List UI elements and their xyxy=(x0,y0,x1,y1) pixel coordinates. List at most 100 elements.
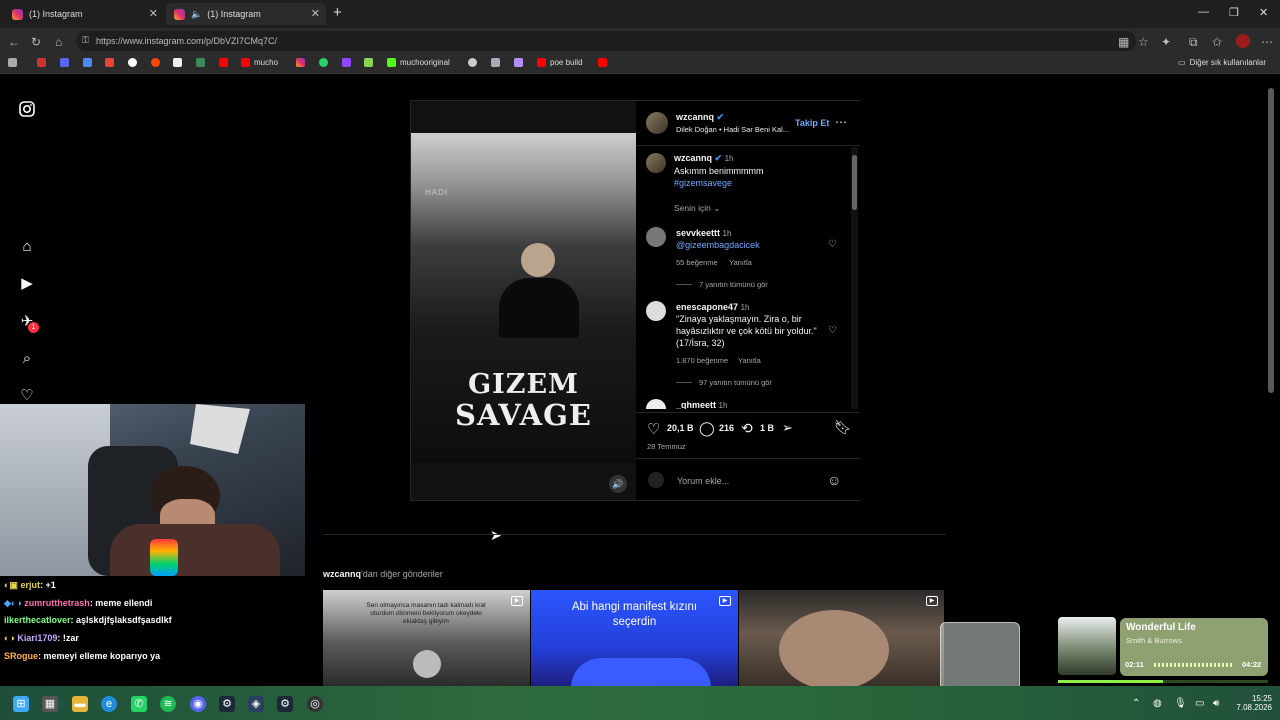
favorite-star-icon[interactable]: ☆ xyxy=(1138,35,1149,49)
comment-likes[interactable]: 55 beğenme xyxy=(676,258,718,267)
reader-icon[interactable]: ▦ xyxy=(1118,35,1129,49)
bookmark-mucho[interactable]: mucho xyxy=(241,58,278,67)
page-scrollbar[interactable] xyxy=(1268,88,1274,393)
youtube-icon[interactable] xyxy=(219,58,232,67)
comment-likes[interactable]: 1.870 beğenme xyxy=(676,356,728,365)
other-bookmarks[interactable]: ▭ Diğer sık kullanılanlar xyxy=(1178,58,1266,67)
post-thumbnail[interactable]: ▶ xyxy=(739,590,944,686)
whatsapp-icon[interactable]: ✆ xyxy=(131,696,147,712)
like-count[interactable]: 20,1 B xyxy=(667,423,694,433)
more-menu-icon[interactable]: ⋯ xyxy=(1261,35,1273,49)
volume-icon[interactable]: 🔊︎ xyxy=(1213,698,1219,709)
comment-icon[interactable]: ◯ xyxy=(699,420,715,437)
more-posts-username[interactable]: wzcannq xyxy=(323,569,361,579)
search-icon[interactable]: ⌕ xyxy=(18,350,36,368)
window-close-icon[interactable]: ✕ xyxy=(1259,6,1268,19)
comment-username[interactable]: enescapone47 1h xyxy=(676,302,749,312)
close-icon[interactable]: ✕ xyxy=(149,7,158,20)
bookmark-icon[interactable] xyxy=(468,58,481,67)
comment-avatar[interactable] xyxy=(646,301,666,321)
app-icon[interactable]: ◈ xyxy=(248,696,264,712)
scrollbar-thumb[interactable] xyxy=(852,155,857,210)
back-icon[interactable]: ← xyxy=(8,35,20,49)
close-icon[interactable]: ✕ xyxy=(311,7,320,20)
repost-icon[interactable]: ⟲ xyxy=(741,420,753,437)
bookmark-icon[interactable] xyxy=(60,58,73,67)
post-video[interactable]: HADI GIZEM SAVAGE 🔊 xyxy=(411,101,636,500)
comment-text[interactable]: @gizeembagdacicek xyxy=(676,239,760,251)
restore-icon[interactable]: ❐ xyxy=(1229,6,1239,19)
obs-icon[interactable]: ◎ xyxy=(307,696,323,712)
caption-username[interactable]: wzcannq ✔ 1h xyxy=(674,153,734,164)
x-icon[interactable] xyxy=(173,58,186,67)
twitch-icon[interactable] xyxy=(342,58,355,67)
post-thumbnail[interactable]: Sen olmayınca masanın tadı kalmadı kral … xyxy=(323,590,530,686)
caption-hashtag[interactable]: #gizemsavege xyxy=(674,177,732,189)
reply-button[interactable]: Yanıtla xyxy=(738,356,761,365)
extensions-icon[interactable]: ✦ xyxy=(1161,35,1171,49)
whatsapp-icon[interactable] xyxy=(319,58,332,67)
track-progress-bar[interactable] xyxy=(1058,680,1268,683)
split-screen-icon[interactable]: ⧉ xyxy=(1189,35,1198,50)
emoji-icon[interactable]: ☺ xyxy=(827,472,841,488)
instagram-logo-icon[interactable] xyxy=(18,101,36,119)
network-icon[interactable]: ▭ xyxy=(1195,698,1204,709)
reply-button[interactable]: Yanıtla xyxy=(729,258,752,267)
view-replies-button[interactable]: 97 yanıtın tümünü gör xyxy=(699,378,772,387)
bookmark-icon[interactable] xyxy=(196,58,209,67)
refresh-icon[interactable]: ↻ xyxy=(31,35,41,49)
tab-instagram-2[interactable]: 🔈 (1) Instagram ✕ xyxy=(166,3,326,25)
bookmark-icon[interactable] xyxy=(37,58,50,67)
notifications-heart-icon[interactable]: ♡ xyxy=(18,387,36,405)
speaker-icon[interactable]: 🔈 xyxy=(191,9,202,20)
edge-browser-icon[interactable]: e xyxy=(101,696,117,712)
bookmark-icon[interactable] xyxy=(514,58,527,67)
view-replies-button[interactable]: 7 yanıtın tümünü gör xyxy=(699,280,768,289)
comment-input[interactable]: Yorum ekle... xyxy=(677,476,729,486)
steam-icon[interactable]: ⚙ xyxy=(219,696,235,712)
share-send-icon[interactable]: ➢ xyxy=(782,420,793,436)
comment-like-heart-icon[interactable]: ♡ xyxy=(828,325,837,336)
comment-sort-dropdown[interactable]: Senin için ⌄ xyxy=(674,203,720,214)
home-icon[interactable]: ⌂ xyxy=(18,238,36,256)
youtube-icon[interactable] xyxy=(598,58,611,67)
comments-scrollbar[interactable] xyxy=(851,147,858,409)
more-options-icon[interactable]: ⋯ xyxy=(835,115,847,129)
comment-avatar[interactable] xyxy=(646,399,666,409)
widgets-icon[interactable]: ▦ xyxy=(42,696,58,712)
tab-instagram-1[interactable]: (1) Instagram ✕ xyxy=(4,3,164,25)
bookmark-icon[interactable] xyxy=(491,58,504,67)
comment-like-heart-icon[interactable]: ♡ xyxy=(828,239,837,250)
caption-avatar[interactable] xyxy=(646,153,666,173)
reddit-icon[interactable] xyxy=(151,58,164,67)
comment-username[interactable]: sevvkeettt 1h xyxy=(676,228,731,238)
start-windows-icon[interactable]: ⊞ xyxy=(13,696,29,712)
discord-icon[interactable]: ◉ xyxy=(190,696,206,712)
instagram-icon[interactable] xyxy=(296,58,309,67)
bookmark-icon[interactable] xyxy=(364,58,377,67)
follow-button[interactable]: Takip Et xyxy=(795,118,829,128)
bookmark-poe-build[interactable]: poe build xyxy=(537,58,582,67)
steam-icon[interactable]: ⚙ xyxy=(277,696,293,712)
reels-icon[interactable]: ▶ xyxy=(18,275,36,293)
google-icon[interactable] xyxy=(128,58,141,67)
like-heart-icon[interactable]: ♡ xyxy=(647,420,660,438)
address-bar[interactable]: ⚿ https://www.instagram.com/p/DbVZI7CMq7… xyxy=(76,31,1136,51)
microphone-icon[interactable]: 🎙︎ xyxy=(1174,698,1187,709)
comment-avatar[interactable] xyxy=(646,227,666,247)
home-icon[interactable]: ⌂ xyxy=(55,35,62,49)
bookmark-icon[interactable] xyxy=(8,58,21,67)
spotify-icon[interactable]: ≋ xyxy=(160,696,176,712)
favorites-icon[interactable]: ✩ xyxy=(1212,35,1222,49)
post-thumbnail[interactable]: Abi hangi manifest kızını seçerdin ▶ xyxy=(531,590,738,686)
tray-chevron-icon[interactable]: ⌃ xyxy=(1132,698,1140,709)
author-username[interactable]: wzcannq ✔ xyxy=(676,112,724,123)
taskbar-clock[interactable]: 15:25 7.08.2026 xyxy=(1236,694,1272,712)
bookmark-muchooriginal[interactable]: muchooriginal xyxy=(387,58,450,67)
bookmark-icon[interactable] xyxy=(83,58,96,67)
gmail-icon[interactable] xyxy=(105,58,118,67)
audio-track[interactable]: Dilek Doğan • Hadi Sar Beni Kal... xyxy=(676,125,789,134)
save-bookmark-icon[interactable]: 🔖︎ xyxy=(834,419,852,436)
minimize-icon[interactable]: — xyxy=(1198,6,1209,18)
file-explorer-icon[interactable]: ▬ xyxy=(72,696,88,712)
